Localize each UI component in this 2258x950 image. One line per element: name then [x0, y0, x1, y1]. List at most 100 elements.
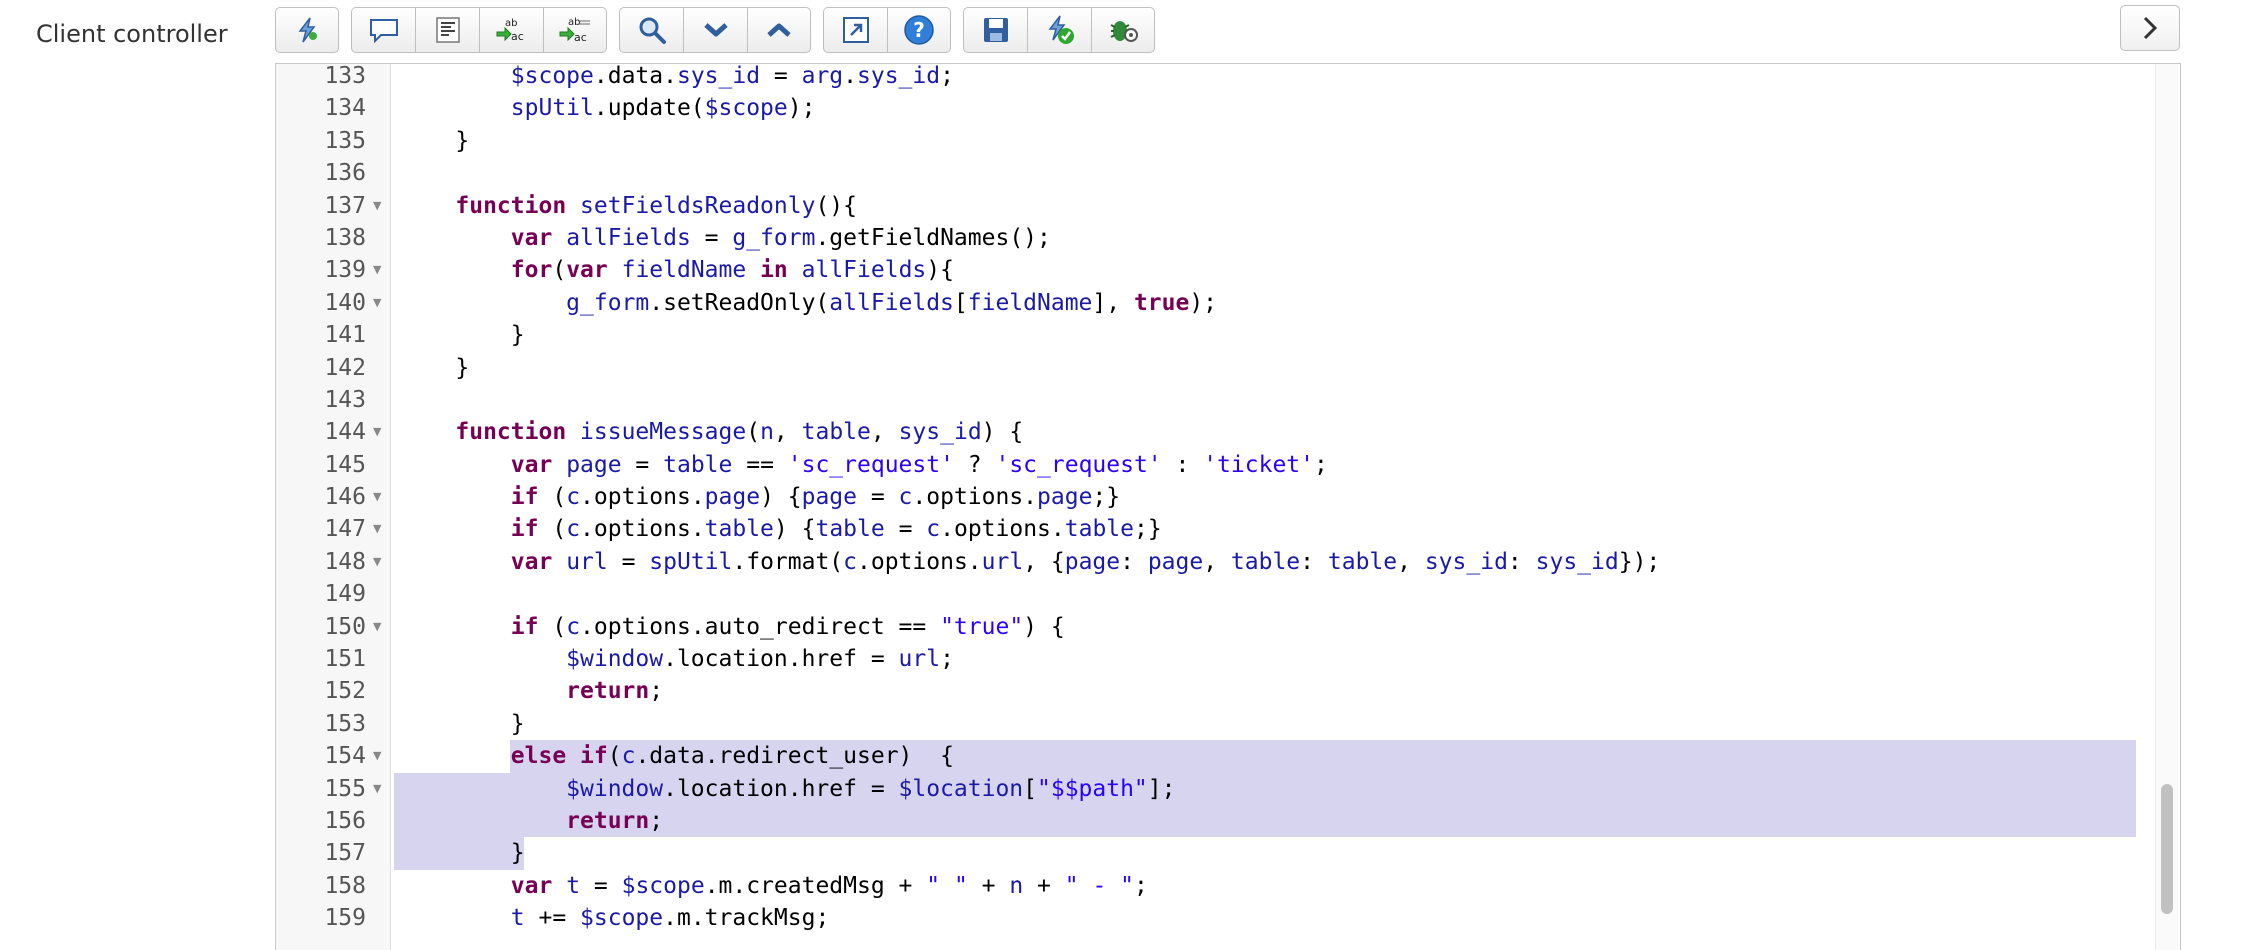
- fold-toggle-icon[interactable]: ▼: [373, 481, 381, 513]
- line-number: 137: [324, 192, 366, 219]
- replace-all-button[interactable]: ab ac: [543, 7, 607, 53]
- save-icon: [983, 18, 1008, 42]
- code-line[interactable]: 152 return;: [276, 675, 2180, 707]
- code-line[interactable]: 135 }: [276, 125, 2180, 157]
- line-number: 158: [324, 872, 366, 899]
- code-line[interactable]: 143: [276, 384, 2180, 416]
- code-text: if (c.options.page) {page = c.options.pa…: [510, 484, 1121, 511]
- fold-toggle-icon[interactable]: ▼: [373, 254, 381, 286]
- fold-toggle-icon[interactable]: ▼: [373, 513, 381, 545]
- code-line[interactable]: 149: [276, 578, 2180, 610]
- code-line[interactable]: 141 }: [276, 319, 2180, 351]
- fold-toggle-icon[interactable]: ▼: [373, 773, 381, 805]
- code-text: var page = table == 'sc_request' ? 'sc_r…: [510, 451, 1328, 478]
- line-number: 146: [324, 484, 366, 511]
- editor-toolbar: ab ac ab ac ?: [275, 4, 1167, 56]
- format-code-button[interactable]: [415, 7, 479, 53]
- line-number: 157: [324, 840, 366, 867]
- find-next-button[interactable]: [683, 7, 747, 53]
- code-text: if (c.options.auto_redirect == "true") {: [510, 613, 1065, 640]
- code-line[interactable]: 156 return;: [276, 804, 2180, 838]
- code-line[interactable]: 157 }: [276, 837, 2180, 870]
- fold-toggle-icon[interactable]: ▼: [373, 740, 381, 772]
- search-button[interactable]: [619, 7, 683, 53]
- code-line[interactable]: 133 $scope.data.sys_id = arg.sys_id;: [276, 64, 2180, 92]
- help-button[interactable]: ?: [887, 7, 951, 53]
- code-line[interactable]: 139 ▼ for(var fieldName in allFields){: [276, 254, 2180, 286]
- find-previous-button[interactable]: [747, 7, 811, 53]
- collapse-panel-button[interactable]: [2120, 5, 2180, 51]
- code-line[interactable]: 154 ▼ else if(c.data.redirect_user) {: [276, 740, 2180, 773]
- code-text: $window.location.href = $location["$$pat…: [566, 775, 1176, 802]
- code-line[interactable]: 134 spUtil.update($scope);: [276, 92, 2180, 124]
- toggle-syntax-button[interactable]: [275, 7, 339, 53]
- line-number: 154: [324, 743, 366, 770]
- field-label: Client controller: [36, 20, 228, 48]
- code-text: var allFields = g_form.getFieldNames();: [510, 224, 1051, 251]
- format-code-icon: [435, 17, 460, 43]
- scrollbar-thumb[interactable]: [2161, 784, 2173, 914]
- code-text: }: [400, 840, 525, 867]
- line-number: 135: [324, 127, 366, 154]
- chevron-right-icon: [2143, 16, 2158, 40]
- fold-toggle-icon[interactable]: ▼: [373, 190, 381, 222]
- code-line[interactable]: 147 ▼ if (c.options.table) {table = c.opt…: [276, 513, 2180, 545]
- fold-toggle-icon[interactable]: ▼: [373, 287, 381, 319]
- code-text: function setFieldsReadonly(){: [455, 192, 857, 219]
- code-text: }: [400, 710, 525, 737]
- code-editor[interactable]: 133 $scope.data.sys_id = arg.sys_id; 134 …: [275, 63, 2181, 950]
- fold-toggle-icon[interactable]: ▼: [373, 416, 381, 448]
- code-line[interactable]: 159 t += $scope.m.trackMsg;: [276, 902, 2180, 934]
- code-line[interactable]: 144 ▼ function issueMessage(n, table, sys…: [276, 416, 2180, 448]
- fullscreen-button[interactable]: [823, 7, 887, 53]
- comment-button[interactable]: [351, 7, 415, 53]
- line-number: 143: [324, 386, 366, 413]
- code-line[interactable]: 158 var t = $scope.m.createdMsg + " " + …: [276, 870, 2180, 902]
- code-text: t += $scope.m.trackMsg;: [510, 905, 830, 932]
- code-text: spUtil.update($scope);: [510, 95, 816, 122]
- code-text: }: [400, 127, 470, 154]
- code-line[interactable]: 153 }: [276, 708, 2180, 740]
- code-line[interactable]: 136: [276, 157, 2180, 189]
- code-text: return;: [566, 807, 664, 834]
- save-button[interactable]: [963, 7, 1027, 53]
- code-text: else if(c.data.redirect_user) {: [510, 743, 954, 770]
- debug-button[interactable]: [1091, 7, 1155, 53]
- vertical-scrollbar[interactable]: [2155, 64, 2178, 950]
- code-line[interactable]: 148 ▼ var url = spUtil.format(c.options.u…: [276, 546, 2180, 578]
- debug-icon: [1110, 21, 1138, 42]
- svg-text:ac: ac: [511, 30, 524, 43]
- code-line[interactable]: 150 ▼ if (c.options.auto_redirect == "tru…: [276, 611, 2180, 643]
- fullscreen-icon: [842, 17, 869, 43]
- line-number: 149: [324, 581, 366, 608]
- code-line[interactable]: 151 $window.location.href = url;: [276, 643, 2180, 675]
- code-text: $window.location.href = url;: [566, 646, 954, 673]
- fold-toggle-icon[interactable]: ▼: [373, 611, 381, 643]
- code-line[interactable]: 146 ▼ if (c.options.page) {page = c.optio…: [276, 481, 2180, 513]
- check-syntax-button[interactable]: [1027, 7, 1091, 53]
- code-line[interactable]: 137 ▼ function setFieldsReadonly(){: [276, 190, 2180, 222]
- line-number: 155: [324, 775, 366, 802]
- line-number: 145: [324, 451, 366, 478]
- code-line[interactable]: 142 }: [276, 352, 2180, 384]
- code-line[interactable]: 145 var page = table == 'sc_request' ? '…: [276, 449, 2180, 481]
- line-number: 159: [324, 905, 366, 932]
- fold-toggle-icon[interactable]: ▼: [373, 546, 381, 578]
- line-number: 142: [324, 354, 366, 381]
- line-number: 152: [324, 678, 366, 705]
- code-text: return;: [566, 678, 664, 705]
- svg-text:ac: ac: [574, 31, 587, 44]
- script-include-icon: [298, 17, 317, 43]
- replace-button[interactable]: ab ac: [479, 7, 543, 53]
- code-text: if (c.options.table) {table = c.options.…: [510, 516, 1162, 543]
- find-next-icon: [703, 23, 728, 37]
- line-number: 144: [324, 419, 366, 446]
- replace-icon: ab ac: [496, 18, 524, 43]
- code-line[interactable]: 140 ▼ g_form.setReadOnly(allFields[fieldN…: [276, 287, 2180, 319]
- code-text: for(var fieldName in allFields){: [510, 257, 954, 284]
- code-line[interactable]: 138 var allFields = g_form.getFieldNames…: [276, 222, 2180, 254]
- help-icon: ?: [904, 15, 934, 45]
- line-number: 153: [324, 710, 366, 737]
- code-line[interactable]: 155 ▼ $window.location.href = $location["…: [276, 772, 2180, 805]
- line-number: 134: [324, 95, 366, 122]
